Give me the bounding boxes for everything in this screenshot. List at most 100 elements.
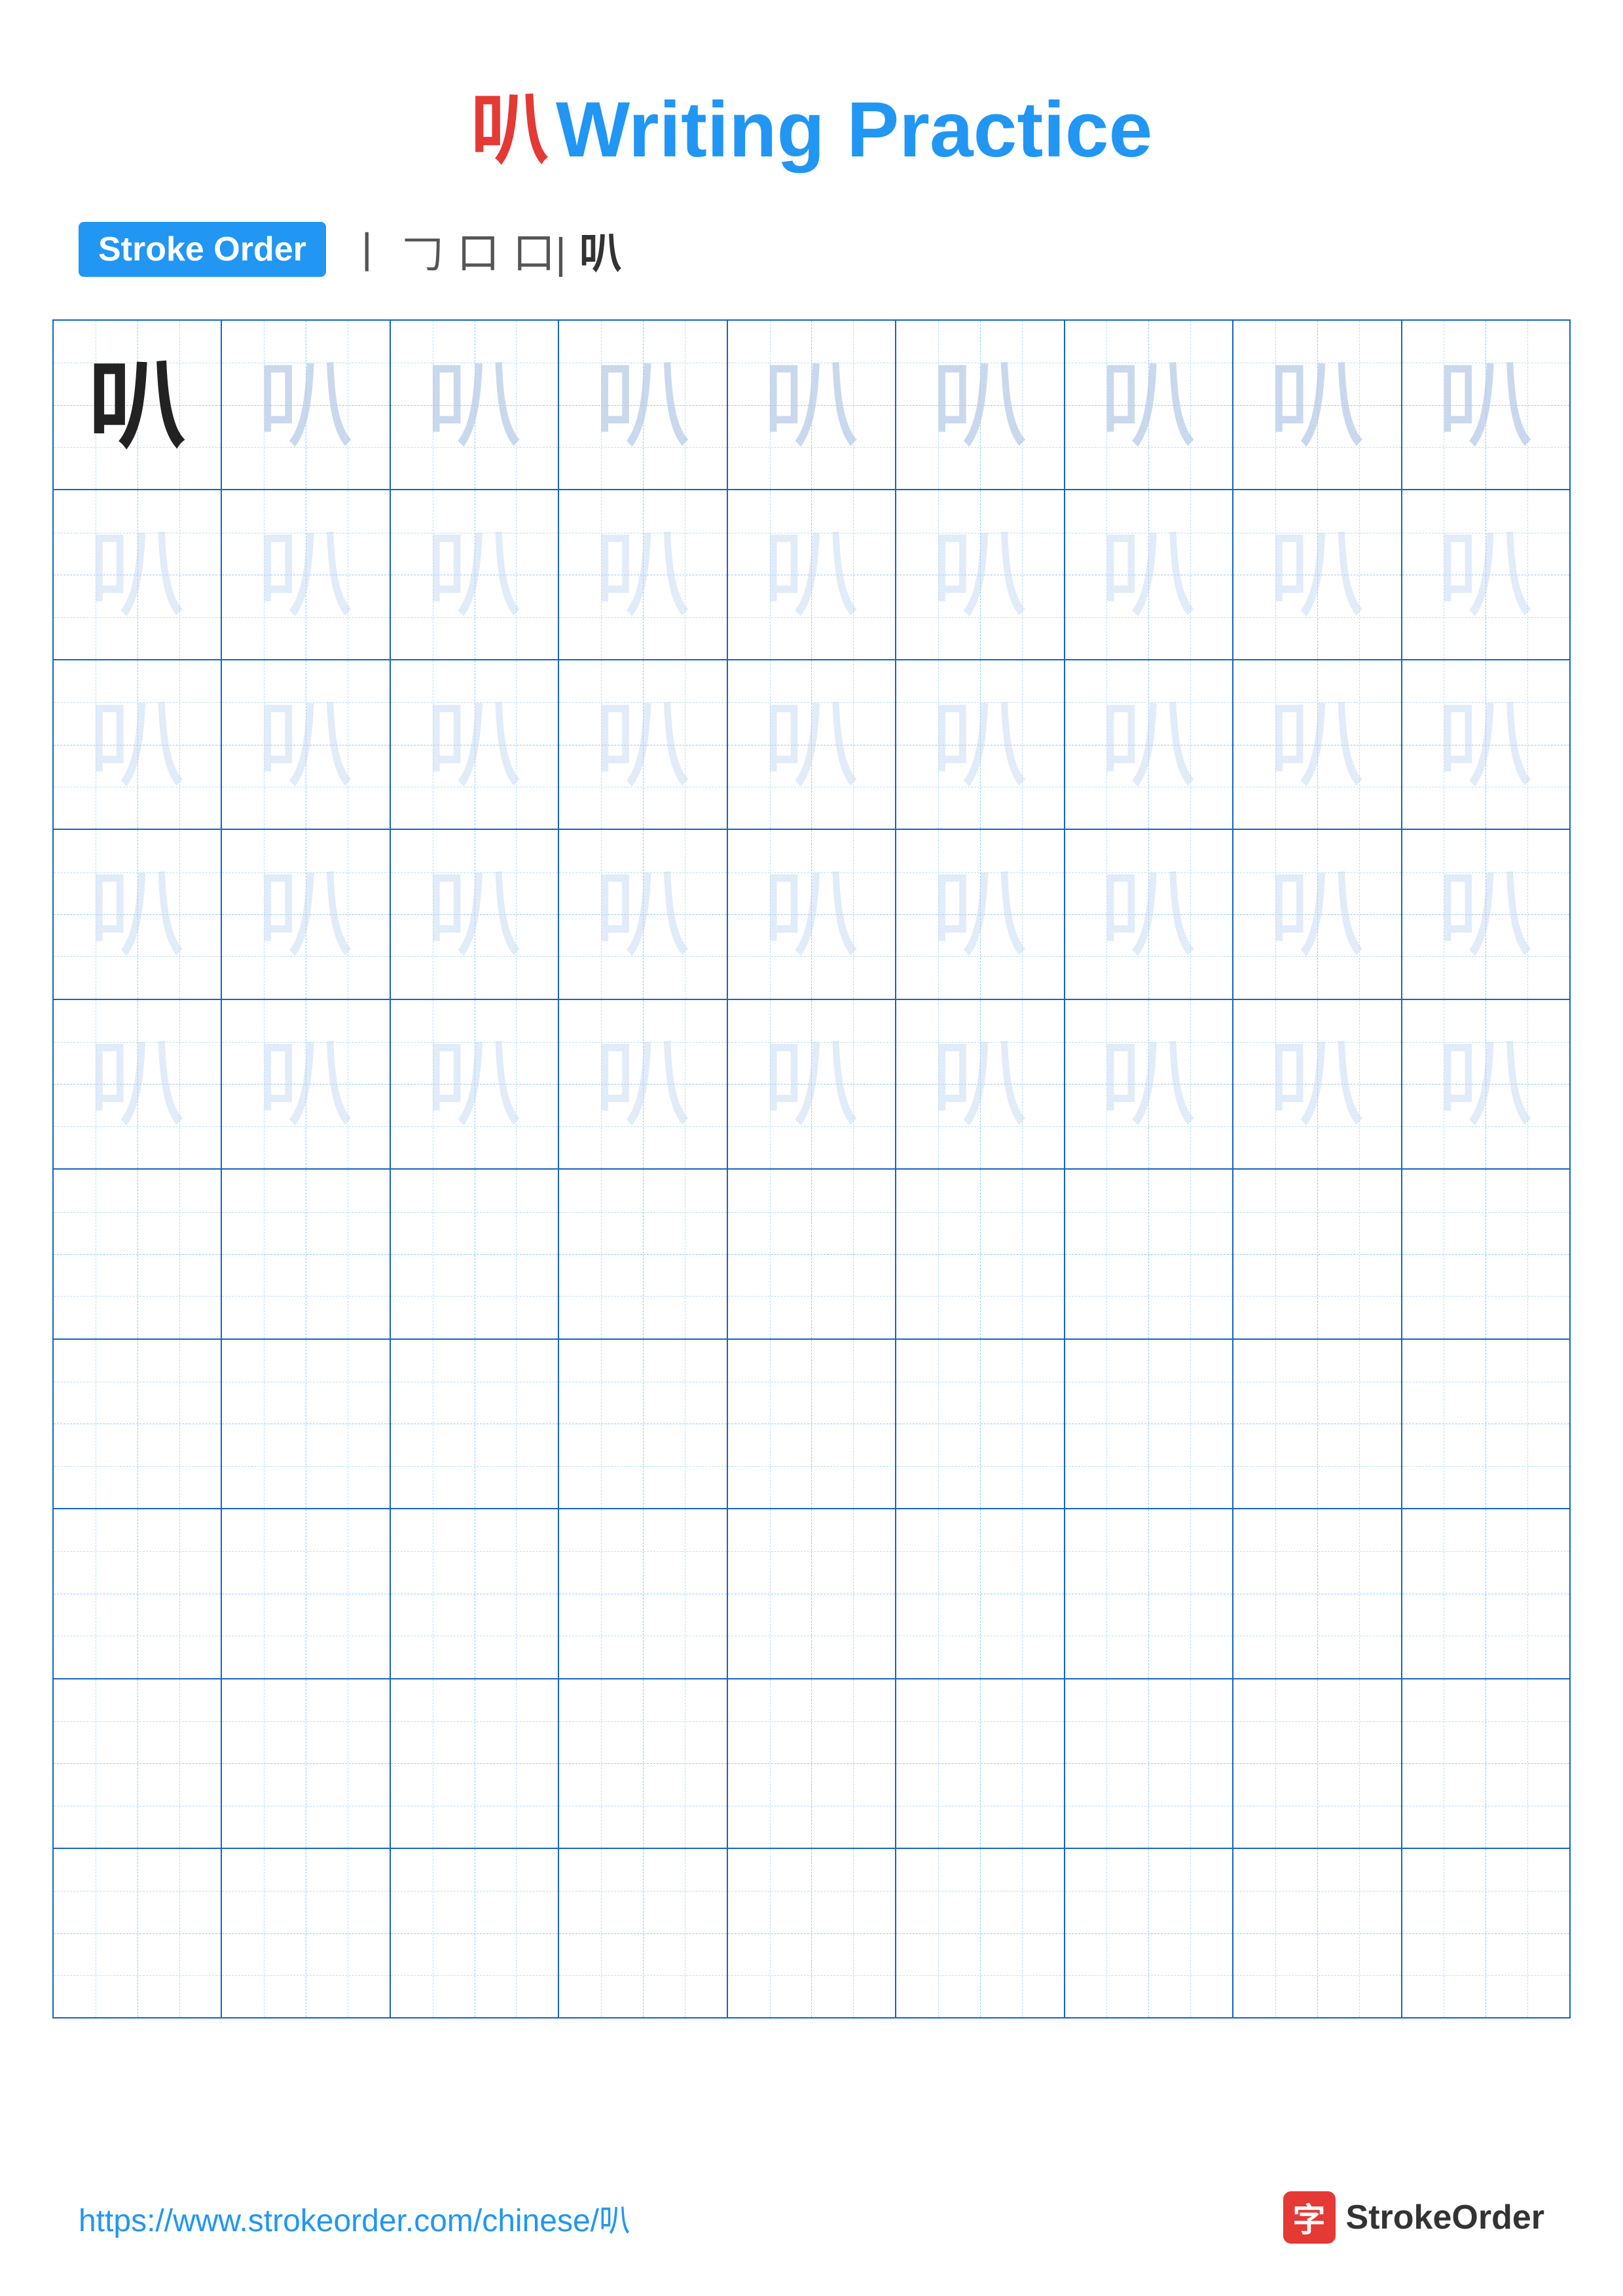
grid-cell[interactable]: 叭 [1402,321,1569,489]
grid-cell[interactable]: 叭 [391,660,559,829]
grid-cell[interactable]: 叭 [54,830,222,998]
grid-cell[interactable]: 叭 [54,490,222,658]
grid-cell[interactable] [1065,1340,1233,1508]
grid-cell[interactable] [1233,1509,1402,1677]
grid-cell[interactable]: 叭 [1233,1000,1402,1168]
grid-cell[interactable]: 叭 [728,660,896,829]
grid-cell[interactable]: 叭 [54,321,222,489]
grid-cell[interactable] [559,1170,727,1338]
grid-cell[interactable] [896,1509,1065,1677]
footer-url[interactable]: https://www.strokeorder.com/chinese/叭 [79,2195,630,2240]
grid-cell[interactable] [1402,1849,1569,2017]
stroke-sequence: 丨 𠃌 口 口| 叭 [346,219,622,280]
grid-cell[interactable] [391,1679,559,1848]
grid-cell[interactable]: 叭 [728,1000,896,1168]
grid-cell[interactable]: 叭 [1233,321,1402,489]
grid-cell[interactable]: 叭 [896,490,1065,658]
grid-cell[interactable]: 叭 [1065,1000,1233,1168]
grid-cell[interactable]: 叭 [222,321,390,489]
grid-cell[interactable]: 叭 [222,830,390,998]
grid-cell[interactable]: 叭 [896,1000,1065,1168]
grid-cell[interactable] [559,1679,727,1848]
grid-cell[interactable]: 叭 [222,660,390,829]
grid-cell[interactable]: 叭 [391,490,559,658]
grid-cell[interactable] [222,1170,390,1338]
grid-cell[interactable]: 叭 [559,660,727,829]
grid-cell[interactable]: 叭 [391,321,559,489]
grid-row [54,1170,1569,1339]
grid-cell[interactable] [728,1509,896,1677]
grid-cell[interactable] [222,1849,390,2017]
guide-char-faint: 叭 [1233,830,1400,998]
grid-cell[interactable] [1065,1170,1233,1338]
grid-cell[interactable]: 叭 [222,490,390,658]
grid-cell[interactable] [54,1340,222,1508]
grid-cell[interactable] [728,1849,896,2017]
grid-cell[interactable] [896,1849,1065,2017]
grid-cell[interactable] [54,1509,222,1677]
grid-cell[interactable] [54,1170,222,1338]
grid-cell[interactable] [222,1509,390,1677]
grid-cell[interactable]: 叭 [896,660,1065,829]
grid-cell[interactable] [1402,1170,1569,1338]
grid-cell[interactable]: 叭 [896,830,1065,998]
grid-cell[interactable] [1065,1849,1233,2017]
grid-cell[interactable] [222,1340,390,1508]
grid-cell[interactable]: 叭 [1402,490,1569,658]
grid-cell[interactable]: 叭 [1233,490,1402,658]
grid-cell[interactable] [728,1340,896,1508]
grid-cell[interactable] [1233,1849,1402,2017]
grid-cell[interactable] [559,1509,727,1677]
grid-cell[interactable] [1233,1340,1402,1508]
grid-cell[interactable]: 叭 [896,321,1065,489]
guide-char-faint: 叭 [728,1000,895,1168]
grid-cell[interactable] [896,1340,1065,1508]
grid-cell[interactable] [728,1170,896,1338]
grid-cell[interactable]: 叭 [728,830,896,998]
grid-cell[interactable] [1402,1340,1569,1508]
grid-cell[interactable] [896,1170,1065,1338]
grid-cell[interactable] [1065,1679,1233,1848]
reference-char-dark: 叭 [54,321,221,489]
grid-cell[interactable] [1233,1679,1402,1848]
grid-cell[interactable] [559,1340,727,1508]
grid-cell[interactable]: 叭 [728,321,896,489]
grid-cell[interactable]: 叭 [559,1000,727,1168]
grid-cell[interactable]: 叭 [1402,1000,1569,1168]
grid-cell[interactable] [1402,1509,1569,1677]
grid-cell[interactable] [1065,1509,1233,1677]
guide-char-faint: 叭 [54,1000,221,1168]
guide-char-light: 叭 [1233,321,1400,489]
grid-cell[interactable] [391,1509,559,1677]
grid-cell[interactable]: 叭 [559,830,727,998]
grid-row [54,1849,1569,2017]
grid-cell[interactable] [222,1679,390,1848]
grid-cell[interactable] [391,1340,559,1508]
grid-cell[interactable]: 叭 [222,1000,390,1168]
grid-cell[interactable]: 叭 [1402,830,1569,998]
grid-cell[interactable]: 叭 [1065,490,1233,658]
grid-cell[interactable] [54,1849,222,2017]
grid-cell[interactable]: 叭 [1402,660,1569,829]
grid-cell[interactable]: 叭 [1233,830,1402,998]
grid-row [54,1679,1569,1849]
grid-cell[interactable] [896,1679,1065,1848]
grid-cell[interactable]: 叭 [728,490,896,658]
grid-cell[interactable] [54,1679,222,1848]
grid-cell[interactable]: 叭 [54,660,222,829]
grid-cell[interactable]: 叭 [1065,830,1233,998]
grid-cell[interactable]: 叭 [391,1000,559,1168]
grid-cell[interactable] [1402,1679,1569,1848]
grid-cell[interactable] [728,1679,896,1848]
grid-cell[interactable] [391,1849,559,2017]
grid-cell[interactable] [1233,1170,1402,1338]
grid-cell[interactable]: 叭 [1065,660,1233,829]
grid-cell[interactable]: 叭 [1065,321,1233,489]
grid-cell[interactable] [391,1170,559,1338]
grid-cell[interactable] [559,1849,727,2017]
grid-cell[interactable]: 叭 [559,490,727,658]
grid-cell[interactable]: 叭 [559,321,727,489]
grid-cell[interactable]: 叭 [54,1000,222,1168]
grid-cell[interactable]: 叭 [391,830,559,998]
grid-cell[interactable]: 叭 [1233,660,1402,829]
